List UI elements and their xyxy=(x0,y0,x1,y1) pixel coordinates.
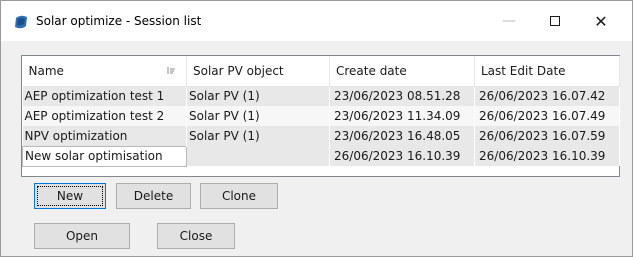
table-header-row: Name Solar PV object Create date Last Ed… xyxy=(22,56,620,87)
minimize-icon: — xyxy=(502,13,516,29)
cell-last-edit-date: 26/06/2023 16.07.49 xyxy=(474,106,620,126)
cell-name: NPV optimization xyxy=(22,126,187,146)
cell-create-date: 23/06/2023 11.34.09 xyxy=(329,106,475,126)
cell-last-edit-date: 26/06/2023 16.07.59 xyxy=(474,126,620,146)
table-row[interactable]: NPV optimization Solar PV (1) 23/06/2023… xyxy=(22,126,620,146)
close-button[interactable]: Close xyxy=(157,223,235,249)
column-header-solar-pv-object[interactable]: Solar PV object xyxy=(186,56,330,87)
session-list-window: Solar optimize - Session list — ✕ Name S… xyxy=(0,0,633,257)
table-row[interactable]: AEP optimization test 2 Solar PV (1) 23/… xyxy=(22,106,620,126)
column-header-name[interactable]: Name xyxy=(22,56,187,87)
cell-name: AEP optimization test 1 xyxy=(22,86,187,106)
maximize-button[interactable] xyxy=(532,1,578,41)
cell-create-date: 23/06/2023 08.51.28 xyxy=(329,86,475,106)
table-row-selected[interactable]: New solar optimisation 26/06/2023 16.10.… xyxy=(22,145,620,167)
minimize-button[interactable]: — xyxy=(486,1,532,41)
cell-solar-pv-object xyxy=(186,146,330,166)
column-header-last-edit-date[interactable]: Last Edit Date xyxy=(474,56,620,87)
table-row[interactable]: AEP optimization test 1 Solar PV (1) 23/… xyxy=(22,86,620,106)
close-window-button[interactable]: ✕ xyxy=(578,1,624,41)
solar-app-icon xyxy=(15,15,27,29)
cell-solar-pv-object: Solar PV (1) xyxy=(186,86,330,106)
cell-solar-pv-object: Solar PV (1) xyxy=(186,106,330,126)
new-button[interactable]: New xyxy=(34,183,106,209)
cell-name: AEP optimization test 2 xyxy=(22,106,187,126)
close-icon: ✕ xyxy=(594,11,608,31)
session-table[interactable]: Name Solar PV object Create date Last Ed… xyxy=(21,55,620,177)
cell-create-date: 23/06/2023 16.48.05 xyxy=(329,126,475,146)
column-header-create-date[interactable]: Create date xyxy=(329,56,475,87)
dialog-body: Name Solar PV object Create date Last Ed… xyxy=(1,41,632,256)
cell-last-edit-date: 26/06/2023 16.07.42 xyxy=(474,86,620,106)
delete-button[interactable]: Delete xyxy=(116,183,191,209)
cell-solar-pv-object: Solar PV (1) xyxy=(186,126,330,146)
maximize-icon xyxy=(550,16,560,26)
cell-last-edit-date: 26/06/2023 16.10.39 xyxy=(474,146,620,166)
open-button[interactable]: Open xyxy=(34,223,130,249)
cell-name[interactable]: New solar optimisation xyxy=(22,145,187,167)
clone-button[interactable]: Clone xyxy=(200,183,278,209)
window-title: Solar optimize - Session list xyxy=(36,14,202,28)
cell-create-date: 26/06/2023 16.10.39 xyxy=(329,146,475,166)
sort-icon xyxy=(167,67,175,74)
title-bar[interactable]: Solar optimize - Session list — ✕ xyxy=(1,1,632,41)
